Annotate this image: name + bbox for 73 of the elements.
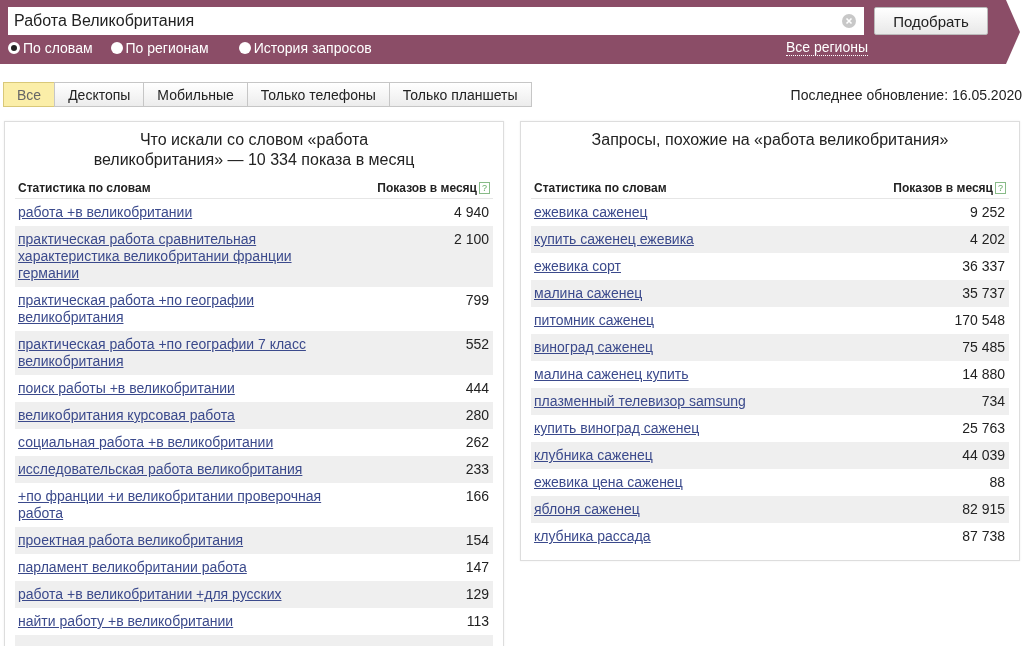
count-cell: 35 737 bbox=[962, 285, 1005, 302]
radio-button[interactable] bbox=[238, 41, 251, 54]
phrase-link[interactable]: +по франции +и великобритании проверочная работа bbox=[18, 488, 338, 522]
count-cell: 113 bbox=[466, 613, 489, 630]
count-cell: 147 bbox=[465, 559, 489, 576]
device-tab[interactable]: Только планшеты bbox=[388, 82, 532, 107]
count-cell: 4 202 bbox=[969, 231, 1005, 248]
phrase-link[interactable]: ежевика сорт bbox=[534, 258, 621, 275]
column-header: Статистика по словам bbox=[534, 181, 668, 195]
count-cell: 166 bbox=[465, 488, 489, 505]
device-tab[interactable]: Мобильные bbox=[143, 82, 248, 107]
count-cell: 9 252 bbox=[969, 204, 1005, 221]
count-cell: 170 548 bbox=[954, 312, 1005, 329]
phrase-link[interactable]: великобритания курсовая работа bbox=[18, 407, 235, 424]
count-cell: 25 763 bbox=[962, 420, 1005, 437]
phrase-link[interactable]: малина саженец купить bbox=[534, 366, 689, 383]
count-cell: 799 bbox=[465, 292, 489, 309]
search-field[interactable]: Работа Великобритания bbox=[8, 7, 864, 35]
radio-label[interactable]: По регионам bbox=[125, 39, 209, 56]
column-header: Статистика по словам bbox=[18, 181, 152, 195]
column-header: Показов в месяц bbox=[377, 181, 477, 195]
phrase-link[interactable]: ежевика саженец bbox=[534, 204, 648, 221]
device-tab[interactable]: Десктопы bbox=[54, 82, 145, 107]
phrase-link[interactable]: социальная работа +в великобритании bbox=[18, 434, 274, 451]
count-cell: 36 337 bbox=[962, 258, 1005, 275]
phrase-link[interactable]: исследовательская работа великобритания bbox=[18, 461, 303, 478]
panel-title: Запросы, похожие на «работа великобритания» bbox=[590, 130, 950, 150]
phrase-link[interactable]: клубника саженец bbox=[534, 447, 653, 464]
phrase-link[interactable]: практическая работа +по географии 7 класс великобритания bbox=[18, 336, 338, 370]
count-cell: 129 bbox=[465, 586, 489, 603]
phrase-link[interactable]: работа +в великобритании bbox=[18, 204, 193, 221]
count-cell: 444 bbox=[465, 380, 489, 397]
phrase-link[interactable]: работа +в великобритании +для русских bbox=[18, 586, 282, 603]
count-cell: 14 880 bbox=[962, 366, 1005, 383]
radio-button[interactable] bbox=[8, 41, 20, 54]
count-cell: 2 100 bbox=[453, 231, 489, 248]
count-cell: 75 485 bbox=[962, 339, 1005, 356]
phrase-link[interactable]: клубника рассада bbox=[534, 528, 651, 545]
phrase-link[interactable]: виноград саженец bbox=[534, 339, 653, 356]
count-cell: 44 039 bbox=[962, 447, 1005, 464]
phrase-link[interactable]: малина саженец bbox=[534, 285, 643, 302]
panel-title: Что искали со словом «работа великобритания» — 10 334 показа в месяц bbox=[92, 130, 416, 170]
phrase-link[interactable]: питомник саженец bbox=[534, 312, 655, 329]
device-tab[interactable]: Только телефоны bbox=[246, 82, 390, 107]
count-cell: 154 bbox=[465, 532, 489, 549]
count-cell: 280 bbox=[465, 407, 489, 424]
last-update-text: Последнее обновление: 16.05.2020 bbox=[790, 86, 1022, 103]
phrase-link[interactable]: практическая работа сравнительная характеристика великобритании франции германии bbox=[18, 231, 338, 282]
phrase-link[interactable]: парламент великобритании работа bbox=[18, 559, 247, 576]
count-cell: 262 bbox=[465, 434, 489, 451]
count-cell: 552 bbox=[465, 336, 489, 353]
count-cell: 734 bbox=[981, 393, 1005, 410]
submit-button[interactable]: Подобрать bbox=[874, 7, 988, 35]
phrase-link[interactable]: найти работу +в великобритании bbox=[18, 613, 234, 630]
phrase-link[interactable]: купить виноград саженец bbox=[534, 420, 700, 437]
radio-label[interactable]: По словам bbox=[23, 39, 93, 56]
count-cell: 88 bbox=[989, 474, 1005, 491]
radio-button[interactable] bbox=[110, 41, 123, 54]
count-cell: 82 915 bbox=[962, 501, 1005, 518]
phrase-link[interactable]: поиск работы +в великобритании bbox=[18, 380, 235, 397]
count-cell: 233 bbox=[465, 461, 489, 478]
phrase-link[interactable]: купить саженец ежевика bbox=[534, 231, 694, 248]
radio-label[interactable]: История запросов bbox=[253, 39, 372, 56]
phrase-link[interactable]: проектная работа великобритания bbox=[18, 532, 244, 549]
phrase-link[interactable]: практическая работа +по географии великобритания bbox=[18, 292, 338, 326]
phrase-link[interactable]: яблоня саженец bbox=[534, 501, 640, 518]
device-tab[interactable]: Все bbox=[3, 82, 56, 107]
count-cell: 4 940 bbox=[453, 204, 489, 221]
phrase-link[interactable]: плазменный телевизор samsung bbox=[534, 393, 746, 410]
regions-link[interactable]: Все регионы bbox=[785, 39, 868, 56]
column-header: Показов в месяц bbox=[893, 181, 993, 195]
phrase-link[interactable]: ежевика цена саженец bbox=[534, 474, 683, 491]
count-cell: 87 738 bbox=[962, 528, 1005, 545]
